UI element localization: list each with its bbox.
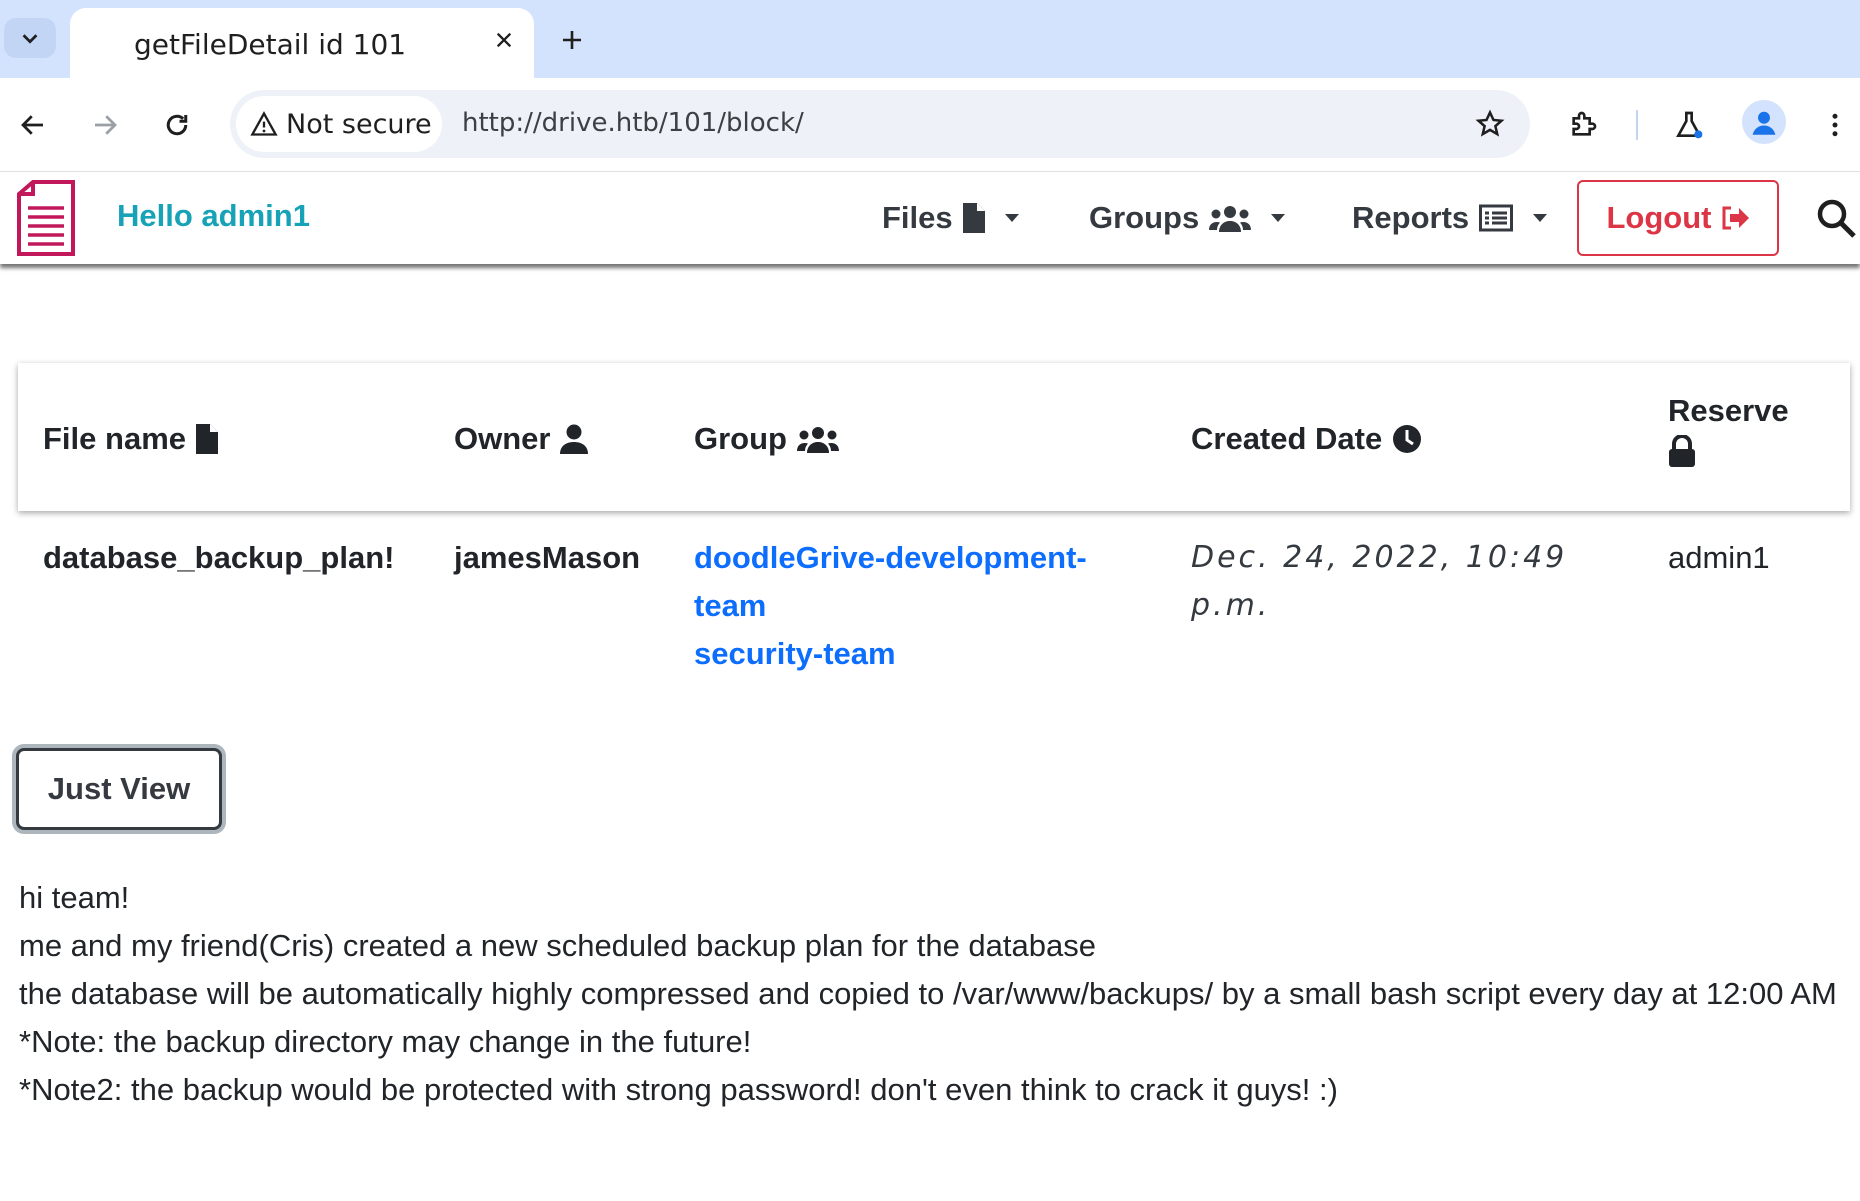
bookmark-button[interactable] — [1468, 102, 1512, 146]
lock-icon — [1669, 435, 1695, 467]
column-header-created-date: Created Date — [1191, 421, 1422, 457]
column-header-owner: Owner — [454, 421, 589, 457]
address-bar[interactable]: Not secure http://drive.htb/101/block/ — [230, 90, 1530, 158]
browser-tab-strip: getFileDetail id 101 — [0, 0, 1860, 78]
file-content: hi team! me and my friend(Cris) created … — [19, 874, 1849, 1114]
chevron-down-icon — [22, 34, 38, 44]
file-icon — [962, 203, 985, 233]
greeting-link[interactable]: Hello admin1 — [117, 198, 310, 234]
cell-file-name: database_backup_plan! — [43, 540, 395, 575]
column-header-reserve: Reserve — [1668, 393, 1789, 467]
logout-button[interactable]: Logout — [1577, 180, 1779, 256]
groups-dropdown[interactable]: Groups — [1089, 196, 1286, 240]
column-header-group: Group — [694, 421, 839, 457]
flask-icon — [1676, 111, 1703, 139]
cell-groups: doodleGrive-development-team security-te… — [694, 534, 1124, 678]
column-header-file-name: File name — [43, 421, 218, 457]
sign-out-icon — [1722, 206, 1749, 230]
message-line: hi team! — [19, 880, 130, 915]
arrow-left-icon — [21, 115, 43, 135]
search-icon[interactable] — [1814, 196, 1858, 240]
back-button[interactable] — [10, 102, 56, 148]
files-label: Files — [882, 200, 953, 235]
new-tab-button[interactable] — [550, 18, 594, 62]
just-view-button[interactable]: Just View — [16, 748, 222, 830]
star-icon — [1475, 109, 1505, 137]
reports-dropdown[interactable]: Reports — [1352, 196, 1548, 240]
table-header: File name Owner Group Created Date Reser… — [18, 363, 1850, 511]
labs-button[interactable] — [1666, 102, 1712, 148]
forward-button[interactable] — [82, 102, 128, 148]
profile-button[interactable] — [1742, 100, 1786, 144]
reload-icon — [166, 114, 188, 136]
chevron-down-icon — [1271, 214, 1286, 222]
close-icon — [496, 32, 512, 48]
profile-icon — [1752, 111, 1776, 135]
logout-label: Logout — [1606, 200, 1712, 235]
message-line: *Note: the backup directory may change i… — [19, 1024, 752, 1059]
file-icon — [196, 424, 218, 454]
security-label: Not secure — [286, 108, 432, 140]
message-line: *Note2: the backup would be protected wi… — [19, 1072, 1338, 1107]
reload-button[interactable] — [154, 102, 200, 148]
plus-icon — [563, 31, 581, 49]
tab-close-button[interactable] — [484, 20, 524, 60]
users-icon — [797, 427, 839, 453]
more-vertical-icon — [1832, 113, 1838, 137]
column-header-label: Created Date — [1191, 421, 1383, 456]
message-line: me and my friend(Cris) created a new sch… — [19, 928, 1096, 963]
chevron-down-icon — [1533, 214, 1548, 222]
extensions-button[interactable] — [1560, 102, 1606, 148]
warning-icon — [250, 111, 278, 136]
user-icon — [560, 424, 589, 454]
arrow-right-icon — [95, 115, 117, 135]
column-header-label: Owner — [454, 421, 551, 456]
column-header-label: Group — [694, 421, 787, 456]
group-link[interactable]: doodleGrive-development-team — [694, 534, 1124, 630]
cell-reserve: admin1 — [1668, 540, 1770, 575]
site-navbar: Hello admin1 Files Groups Reports Logout — [0, 172, 1860, 264]
column-header-label: File name — [43, 421, 186, 456]
toolbar-divider — [1636, 110, 1638, 140]
browser-toolbar: Not secure http://drive.htb/101/block/ — [0, 78, 1860, 172]
groups-label: Groups — [1089, 200, 1200, 235]
message-line: the database will be automatically highl… — [19, 976, 1837, 1011]
browser-menu-button[interactable] — [1812, 102, 1858, 148]
column-header-label: Reserve — [1668, 393, 1789, 428]
url-text[interactable]: http://drive.htb/101/block/ — [462, 108, 804, 138]
chevron-down-icon — [1004, 214, 1019, 222]
clock-icon — [1393, 425, 1422, 453]
cell-created-date: Dec. 24, 2022, 10:49 p.m. — [1191, 540, 1568, 623]
security-chip[interactable]: Not secure — [236, 96, 442, 152]
files-dropdown[interactable]: Files — [882, 196, 1019, 240]
document-logo-icon[interactable] — [16, 180, 76, 256]
tab-search-button[interactable] — [4, 18, 56, 58]
users-icon — [1209, 206, 1252, 232]
group-link[interactable]: security-team — [694, 630, 1124, 678]
reports-label: Reports — [1352, 200, 1470, 235]
browser-tab[interactable]: getFileDetail id 101 — [70, 8, 534, 78]
cell-owner: jamesMason — [454, 540, 641, 575]
puzzle-icon — [1572, 111, 1597, 136]
tab-title: getFileDetail id 101 — [134, 28, 407, 61]
list-alt-icon — [1479, 204, 1514, 232]
